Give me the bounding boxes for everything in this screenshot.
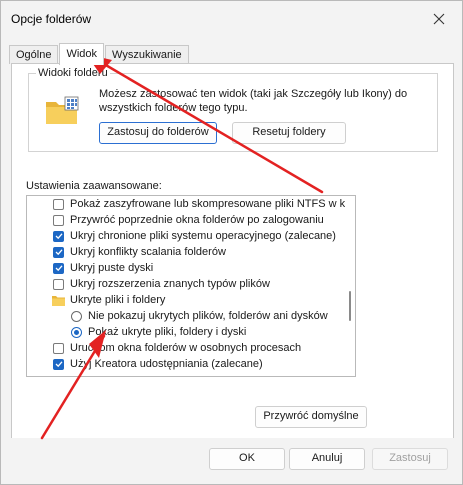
checkbox[interactable] (53, 342, 64, 354)
tab-general[interactable]: Ogólne (9, 45, 59, 64)
list-item-label: Pokaż ukryte pliki, foldery i dyski (88, 326, 247, 338)
list-item[interactable]: Nie pokazuj ukrytych plików, folderów an… (71, 308, 328, 324)
list-item-label: Nie pokazuj ukrytych plików, folderów an… (88, 310, 328, 322)
list-item[interactable]: Przywróć poprzednie okna folderów po zal… (53, 212, 324, 228)
reset-folders-button[interactable]: Resetuj foldery (232, 122, 346, 144)
close-icon (433, 13, 445, 25)
folder-views-legend: Widoki folderu (36, 67, 110, 79)
folder-view-icon (46, 96, 79, 124)
list-item-label: Ukryte pliki i foldery (70, 294, 166, 306)
scrollbar-thumb[interactable] (349, 291, 351, 321)
title-bar: Opcje folderów (1, 1, 462, 37)
check-icon (55, 265, 62, 272)
list-item[interactable]: Użyj Kreatora udostępniania (zalecane) (53, 356, 263, 372)
tab-view[interactable]: Widok (59, 43, 105, 65)
scrollbar[interactable] (345, 196, 355, 376)
checkbox-checked[interactable] (53, 230, 64, 242)
checkbox-checked[interactable] (53, 246, 64, 258)
list-item-label: Ukryj chronione pliki systemu operacyjne… (70, 230, 336, 242)
list-item-label: Ukryj konflikty scalania folderów (70, 246, 226, 258)
cancel-button[interactable]: Anuluj (289, 448, 365, 470)
tab-strip: Ogólne Widok Wyszukiwanie (9, 43, 190, 65)
apply-to-folders-button[interactable]: Zastosuj do folderów (99, 122, 217, 144)
window-title: Opcje folderów (11, 12, 92, 26)
checkbox[interactable] (53, 214, 64, 226)
list-item-label: Uruchom okna folderów w osobnych procesa… (70, 342, 302, 354)
list-item-label: Pokaż zaszyfrowane lub skompresowane pli… (70, 198, 352, 210)
apply-button[interactable]: Zastosuj (372, 448, 448, 470)
list-item-label: Użyj Kreatora udostępniania (zalecane) (70, 358, 263, 370)
list-item[interactable]: Ukryj chronione pliki systemu operacyjne… (53, 228, 336, 244)
list-item-label: Ukryj rozszerzenia znanych typów plików (70, 278, 270, 290)
ok-button[interactable]: OK (209, 448, 285, 470)
list-item[interactable]: Ukryj rozszerzenia znanych typów plików (53, 276, 270, 292)
list-item[interactable]: Pokaż ukryte pliki, foldery i dyski (71, 324, 246, 340)
advanced-settings-list[interactable]: Pokaż zaszyfrowane lub skompresowane pli… (26, 195, 356, 377)
tab-search[interactable]: Wyszukiwanie (105, 45, 189, 64)
list-item[interactable]: Ukryj puste dyski (53, 260, 153, 276)
close-button[interactable] (416, 1, 462, 37)
view-tab-panel: Widoki folderu Możesz zastosować ten wid… (11, 63, 454, 440)
check-icon (55, 233, 62, 240)
folder-options-dialog: Opcje folderów Ogólne Widok Wyszukiwanie… (0, 0, 463, 485)
checkbox[interactable] (53, 198, 64, 210)
folder-icon (52, 295, 65, 306)
checkbox[interactable] (53, 278, 64, 290)
restore-defaults-button[interactable]: Przywróć domyślne (255, 406, 367, 428)
dialog-footer: OK Anuluj Zastosuj (1, 438, 462, 484)
list-item-folder: Ukryte pliki i foldery (52, 292, 165, 308)
radio-button-selected[interactable] (71, 326, 82, 338)
check-icon (55, 249, 62, 256)
list-item[interactable]: Pokaż zaszyfrowane lub skompresowane pli… (53, 196, 351, 212)
list-item[interactable]: Ukryj konflikty scalania folderów (53, 244, 226, 260)
checkbox-checked[interactable] (53, 262, 64, 274)
radio-button[interactable] (71, 310, 82, 322)
list-item-label: Przywróć poprzednie okna folderów po zal… (70, 214, 324, 226)
folder-views-description: Możesz zastosować ten widok (taki jak Sz… (99, 88, 408, 114)
check-icon (55, 361, 62, 368)
list-item[interactable]: Uruchom okna folderów w osobnych procesa… (53, 340, 301, 356)
advanced-settings-label: Ustawienia zaawansowane: (26, 180, 162, 192)
folder-views-group: Widoki folderu Możesz zastosować ten wid… (28, 67, 438, 152)
list-item-label: Ukryj puste dyski (70, 262, 154, 274)
checkbox-checked[interactable] (53, 358, 64, 370)
